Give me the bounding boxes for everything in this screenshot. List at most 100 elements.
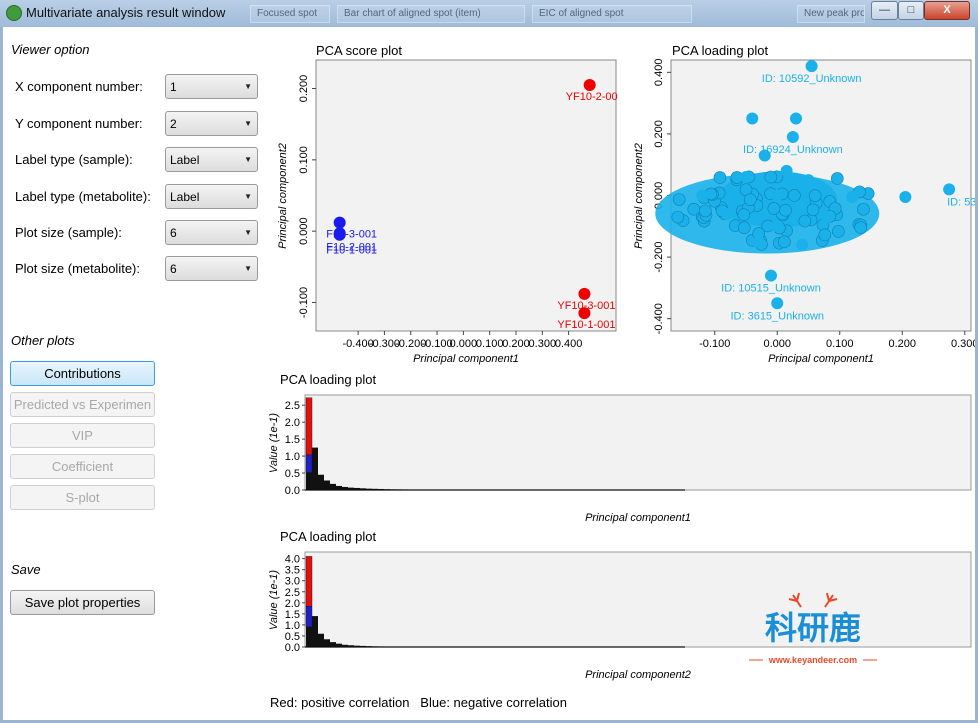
- loading-point-label: ID: 537_Unkn: [947, 196, 975, 208]
- bar-plot-1[interactable]: 0.00.51.01.52.02.5 Principal component1 …: [265, 390, 975, 525]
- loading-point: [943, 183, 956, 196]
- loading-point-label: ID: 10592_Unknown: [762, 73, 862, 85]
- score-y-tick-label: 0.200: [298, 75, 310, 103]
- vip-button[interactable]: VIP: [10, 423, 155, 448]
- label-type-sample-value: Label: [170, 153, 200, 167]
- score-point: [583, 78, 596, 91]
- score-plot[interactable]: -0.400-0.300-0.200-0.1000.0000.1000.2000…: [265, 57, 620, 369]
- chevron-down-icon: ▼: [244, 82, 252, 91]
- loading-point: [771, 189, 784, 202]
- score-y-tick-label: -0.100: [298, 287, 310, 318]
- y-component-value: 2: [170, 117, 177, 131]
- loading-x-tick-label: 0.100: [826, 338, 854, 350]
- loading-point: [758, 149, 771, 162]
- label-type-sample-select[interactable]: Label ▼: [165, 147, 258, 172]
- score-x-tick-label: -0.100: [421, 338, 452, 350]
- loading-point: [786, 130, 799, 143]
- y-component-select[interactable]: 2 ▼: [165, 111, 258, 136]
- chevron-down-icon: ▼: [244, 228, 252, 237]
- loading-y-tick-label: 0.400: [653, 59, 665, 87]
- loading-point: [780, 164, 793, 177]
- predicted-vs-experimental-button[interactable]: Predicted vs Experimen: [10, 392, 155, 417]
- loading-point-label: ID: 3615_Unknown: [730, 310, 824, 322]
- score-x-ticks: -0.400-0.300-0.200-0.1000.0000.1000.2000…: [343, 331, 583, 350]
- loading-y-tick-label: -0.400: [653, 303, 665, 334]
- y-component-label: Y component number:: [15, 116, 143, 131]
- loading-point: [752, 235, 765, 248]
- loading-x-ticks: -0.100 0.000 0.100 0.200 0.300: [699, 331, 975, 350]
- s-plot-button[interactable]: S-plot: [10, 485, 155, 510]
- bar-plot-2-y-tick-label: 1.0: [285, 620, 300, 632]
- loading-cloud-point: [713, 171, 727, 184]
- close-button[interactable]: X: [924, 1, 970, 20]
- score-point-label: YF10-2-00: [566, 91, 618, 103]
- bar-plot-2-y-axis-label: Value (1e-1): [268, 570, 280, 630]
- loading-plot[interactable]: -0.100 0.000 0.100 0.200 0.300 0.400 0.200 0.0…: [623, 57, 975, 369]
- loading-cloud-point: [798, 214, 812, 228]
- background-tab: New peak propert: [797, 5, 865, 23]
- loading-point-label: ID: 16924_Unknown: [743, 144, 843, 156]
- score-point: [578, 287, 591, 300]
- save-plot-properties-button[interactable]: Save plot properties: [10, 590, 155, 615]
- loading-cloud-point: [818, 228, 832, 242]
- bar-plot-1-y-tick-label: 0.5: [285, 468, 300, 480]
- loading-cloud-point: [806, 203, 820, 217]
- loading-point: [899, 191, 912, 204]
- score-y-ticks: 0.200 0.100 0.000 -0.100: [298, 75, 316, 318]
- loading-x-tick-label: 0.000: [763, 338, 791, 350]
- label-type-metabolite-value: Label: [170, 190, 200, 204]
- plot-size-metabolite-select[interactable]: 6 ▼: [165, 256, 258, 281]
- score-point-label: F10-1-001: [326, 245, 377, 257]
- plot-size-metabolite-value: 6: [170, 262, 177, 276]
- score-x-tick-label: 0.400: [555, 338, 583, 350]
- bar-plot-2-y-tick-label: 1.5: [285, 609, 300, 621]
- loading-point: [746, 112, 759, 125]
- score-x-tick-label: 0.000: [450, 338, 478, 350]
- watermark-logo: 科研鹿 www.keyandeer.com: [749, 592, 877, 665]
- loading-cloud-point: [737, 221, 751, 235]
- loading-cloud-point: [857, 202, 870, 216]
- score-y-tick-label: 0.000: [298, 217, 310, 245]
- minimize-button[interactable]: —: [871, 1, 898, 20]
- bar-plot-2-y-ticks: 0.00.51.01.52.02.53.03.54.0: [285, 554, 305, 654]
- loading-x-tick-label: 0.300: [951, 338, 975, 350]
- bar-plot-2-y-tick-label: 0.5: [285, 631, 300, 643]
- score-x-tick-label: 0.100: [476, 338, 504, 350]
- loading-point: [771, 297, 784, 310]
- bar-plot-1-y-axis-label: Value (1e-1): [268, 413, 280, 473]
- other-plots-label: Other plots: [11, 333, 75, 348]
- contributions-button[interactable]: Contributions: [10, 361, 155, 386]
- maximize-button[interactable]: □: [898, 1, 924, 20]
- bar-plot-2-y-tick-label: 4.0: [285, 554, 300, 566]
- bar-plot-1-area: [304, 394, 972, 491]
- label-type-metabolite-select[interactable]: Label ▼: [165, 184, 258, 209]
- loading-y-tick-label: 0.200: [653, 120, 665, 148]
- chevron-down-icon: ▼: [244, 119, 252, 128]
- background-tab: Bar chart of aligned spot (item): [337, 5, 525, 23]
- loading-cloud-point: [767, 202, 781, 215]
- bar-plot-2-y-tick-label: 3.0: [285, 576, 300, 588]
- bar-plot-1-y-tick-label: 1.5: [285, 434, 300, 446]
- loading-x-tick-label: 0.200: [888, 338, 916, 350]
- coefficient-button[interactable]: Coefficient: [10, 454, 155, 479]
- loading-plot-title: PCA loading plot: [672, 43, 769, 58]
- label-type-sample-label: Label type (sample):: [15, 152, 133, 167]
- score-y-tick-label: 0.100: [298, 146, 310, 174]
- x-component-value: 1: [170, 80, 177, 94]
- loading-point: [696, 189, 709, 202]
- plot-size-sample-select[interactable]: 6 ▼: [165, 220, 258, 245]
- x-component-select[interactable]: 1 ▼: [165, 74, 258, 99]
- bar-plot-2-bar-negative: [305, 606, 313, 627]
- background-tab: EIC of aligned spot: [532, 5, 692, 23]
- loading-y-axis-label: Principal component2: [633, 143, 645, 249]
- loading-cloud-point: [671, 210, 685, 224]
- loading-cloud-point: [737, 208, 751, 221]
- plot-size-sample-value: 6: [170, 226, 177, 240]
- chevron-down-icon: ▼: [244, 192, 252, 201]
- bar-plot-1-y-tick-label: 2.0: [285, 417, 300, 429]
- loading-point: [765, 269, 777, 282]
- bar-plot-2-bar-positive: [305, 556, 313, 607]
- bar-plot-2-bar: [318, 633, 324, 647]
- window-titlebar[interactable]: Multivariate analysis result window Focu…: [0, 0, 978, 27]
- score-x-tick-label: 0.300: [529, 338, 557, 350]
